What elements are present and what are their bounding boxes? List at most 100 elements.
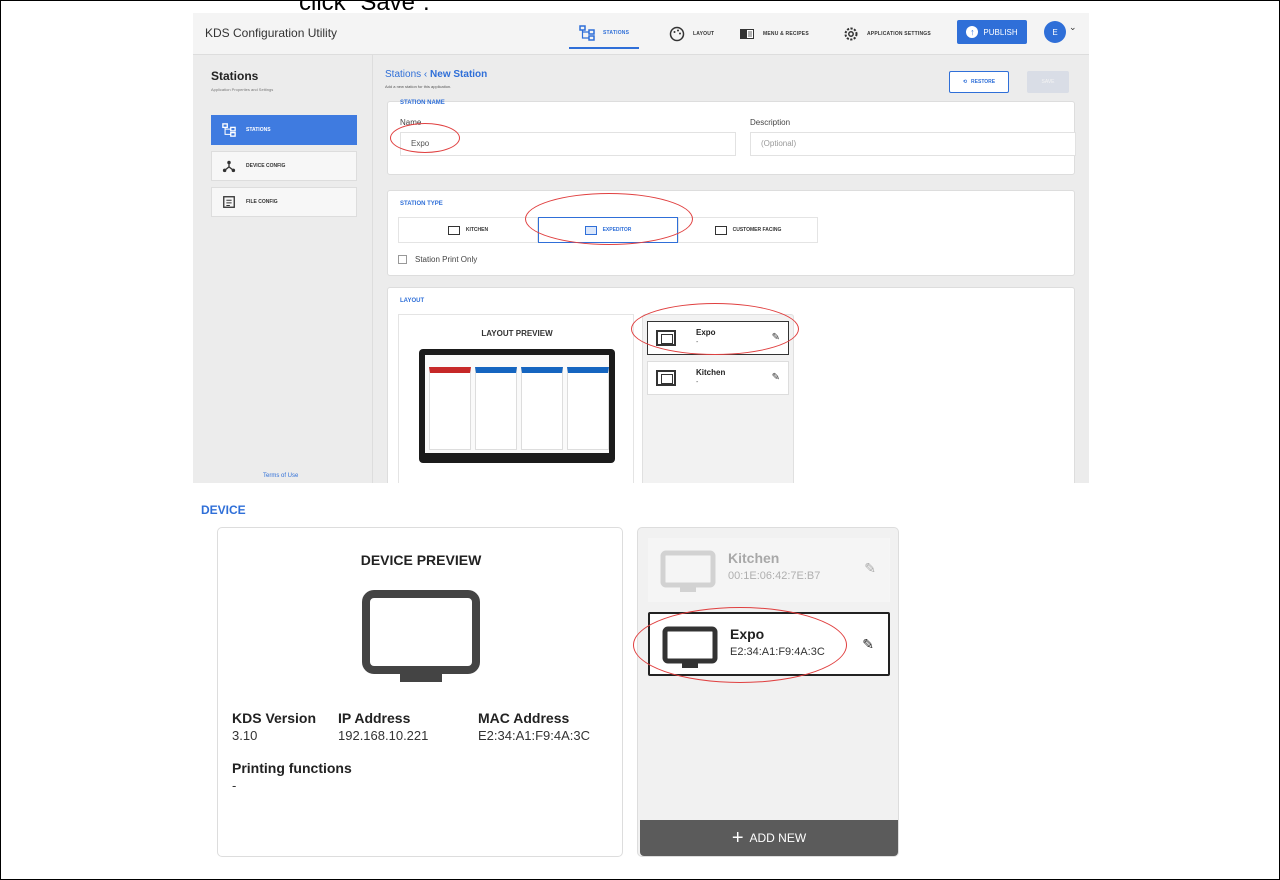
sidebar-item-label: STATIONS xyxy=(246,127,271,133)
nav-tab-label: APPLICATION SETTINGS xyxy=(867,31,931,37)
station-name-card: STATION NAME Name Description Expo (Opti… xyxy=(387,100,1076,175)
layout-preview-panel: LAYOUT PREVIEW xyxy=(398,314,634,483)
ip-address-value: 192.168.10.221 xyxy=(338,728,429,743)
print-only-label: Station Print Only xyxy=(415,255,478,264)
device-preview-card: DEVICE PREVIEW KDS Version 3.10 IP Addre… xyxy=(217,527,623,857)
pencil-icon[interactable]: ✎ xyxy=(772,372,780,383)
nav-tab-menu-recipes[interactable]: MENU & RECIPES xyxy=(729,19,819,49)
sidebar-item-stations[interactable]: STATIONS xyxy=(211,115,357,145)
ticket-column xyxy=(429,367,471,450)
nav-tab-label: MENU & RECIPES xyxy=(763,31,809,37)
device-item-expo[interactable]: Expo E2:34:A1:F9:4A:3C ✎ xyxy=(648,612,890,676)
upload-icon: ↑ xyxy=(966,26,979,38)
add-new-label: ADD NEW xyxy=(749,831,807,845)
printing-functions-label: Printing functions xyxy=(232,760,352,776)
file-icon xyxy=(223,196,235,208)
monitor-icon xyxy=(662,626,718,668)
layout-item-name: Kitchen xyxy=(696,368,726,377)
restore-button[interactable]: ⟲ RESTORE xyxy=(949,71,1009,93)
sidebar-item-label: FILE CONFIG xyxy=(246,199,278,205)
breadcrumb-separator: ‹ xyxy=(423,69,428,80)
description-input[interactable]: (Optional) xyxy=(750,132,1076,156)
plus-icon: + xyxy=(731,827,744,849)
layout-list: Expo - ✎ Kitchen - ✎ xyxy=(642,314,794,483)
gear-icon xyxy=(844,27,858,41)
section-heading: STATION NAME xyxy=(400,100,445,106)
checkbox-box[interactable] xyxy=(398,255,407,264)
hub-icon xyxy=(222,160,236,173)
nav-tab-label: LAYOUT xyxy=(693,31,715,37)
expeditor-display-icon xyxy=(584,225,597,235)
section-heading: LAYOUT xyxy=(400,298,425,304)
ip-address-field: IP Address 192.168.10.221 xyxy=(338,710,428,743)
sidebar-title: Stations xyxy=(211,69,259,83)
layout-preview-image xyxy=(419,349,615,463)
layout-item-kitchen[interactable]: Kitchen - ✎ xyxy=(647,361,789,395)
kds-version-value: 3.10 xyxy=(232,728,258,743)
stations-icon xyxy=(222,123,236,137)
device-preview-title: DEVICE PREVIEW xyxy=(360,552,482,568)
type-tab-customer-facing[interactable]: CUSTOMER FACING xyxy=(678,217,818,243)
description-label: Description xyxy=(750,118,791,127)
layout-card: LAYOUT LAYOUT PREVIEW Expo - ✎ Kitchen -… xyxy=(387,287,1075,483)
breadcrumb: Stations ‹ New Station xyxy=(385,69,487,80)
mac-address-field: MAC Address E2:34:A1:F9:4A:3C xyxy=(478,710,590,743)
pencil-icon[interactable]: ✎ xyxy=(864,560,876,577)
chevron-down-icon[interactable]: ⌄ xyxy=(1069,22,1077,33)
sidebar-item-device-config[interactable]: DEVICE CONFIG xyxy=(211,151,357,181)
pencil-icon[interactable]: ✎ xyxy=(862,636,874,653)
ip-address-label: IP Address xyxy=(338,710,411,726)
main-content: Stations ‹ New Station Add a new station… xyxy=(373,55,1089,483)
kds-version-field: KDS Version 3.10 xyxy=(232,710,316,743)
type-tab-label: KITCHEN xyxy=(465,227,489,233)
layout-preview-title: LAYOUT PREVIEW xyxy=(481,329,553,338)
print-only-checkbox[interactable]: Station Print Only xyxy=(398,255,477,264)
nav-tab-layout[interactable]: LAYOUT xyxy=(659,19,724,49)
display-icon xyxy=(656,370,676,386)
printing-functions-value: - xyxy=(232,778,237,793)
mac-address-label: MAC Address xyxy=(478,710,570,726)
sidebar-item-file-config[interactable]: FILE CONFIG xyxy=(211,187,357,217)
top-bar: KDS Configuration Utility STATIONS LAYOU… xyxy=(193,13,1089,55)
station-name-input[interactable]: Expo xyxy=(400,132,736,156)
kitchen-display-icon xyxy=(447,225,460,235)
display-icon xyxy=(656,330,676,346)
layout-item-sub: - xyxy=(696,379,699,386)
sidebar-item-label: DEVICE CONFIG xyxy=(246,163,286,169)
device-name: Expo xyxy=(730,626,765,642)
type-tab-label: CUSTOMER FACING xyxy=(732,227,782,233)
name-label: Name xyxy=(400,118,422,127)
pencil-icon[interactable]: ✎ xyxy=(772,332,780,343)
stations-icon xyxy=(579,25,595,41)
terms-of-use-link[interactable]: Terms of Use xyxy=(263,473,298,479)
avatar[interactable]: E xyxy=(1044,21,1066,43)
layout-item-expo[interactable]: Expo - ✎ xyxy=(647,321,789,355)
customer-display-icon xyxy=(714,225,727,235)
restore-icon: ⟲ xyxy=(962,79,968,85)
app-title: KDS Configuration Utility xyxy=(205,26,338,40)
publish-label: PUBLISH xyxy=(983,27,1018,37)
layout-item-sub: - xyxy=(696,339,699,346)
nav-tab-application-settings[interactable]: APPLICATION SETTINGS xyxy=(833,19,941,49)
layout-item-name: Expo xyxy=(696,328,716,337)
app-screenshot: KDS Configuration Utility STATIONS LAYOU… xyxy=(193,13,1089,483)
breadcrumb-root[interactable]: Stations xyxy=(385,69,421,80)
publish-button[interactable]: ↑ PUBLISH xyxy=(957,20,1027,44)
nav-tab-stations[interactable]: STATIONS xyxy=(569,19,640,49)
nav-tab-label: STATIONS xyxy=(603,30,630,36)
type-tab-kitchen[interactable]: KITCHEN xyxy=(398,217,538,243)
save-button[interactable]: SAVE xyxy=(1027,71,1069,93)
device-list: Kitchen 00:1E:06:42:7E:B7 ✎ Expo E2:34:A… xyxy=(637,527,899,857)
device-item-kitchen[interactable]: Kitchen 00:1E:06:42:7E:B7 ✎ xyxy=(648,538,890,602)
ticket-column xyxy=(567,367,609,450)
breadcrumb-current: New Station xyxy=(430,69,488,80)
document-frame: click “Save”. KDS Configuration Utility … xyxy=(0,0,1280,880)
device-heading: DEVICE xyxy=(201,503,246,517)
palette-icon xyxy=(669,26,685,42)
add-new-button[interactable]: + ADD NEW xyxy=(640,820,898,856)
device-mac: E2:34:A1:F9:4A:3C xyxy=(730,646,825,658)
type-tab-expeditor[interactable]: EXPEDITOR xyxy=(538,217,678,243)
sidebar: Stations Application Properties and Sett… xyxy=(193,55,373,483)
device-mac: 00:1E:06:42:7E:B7 xyxy=(728,570,821,582)
monitor-icon xyxy=(362,590,480,682)
